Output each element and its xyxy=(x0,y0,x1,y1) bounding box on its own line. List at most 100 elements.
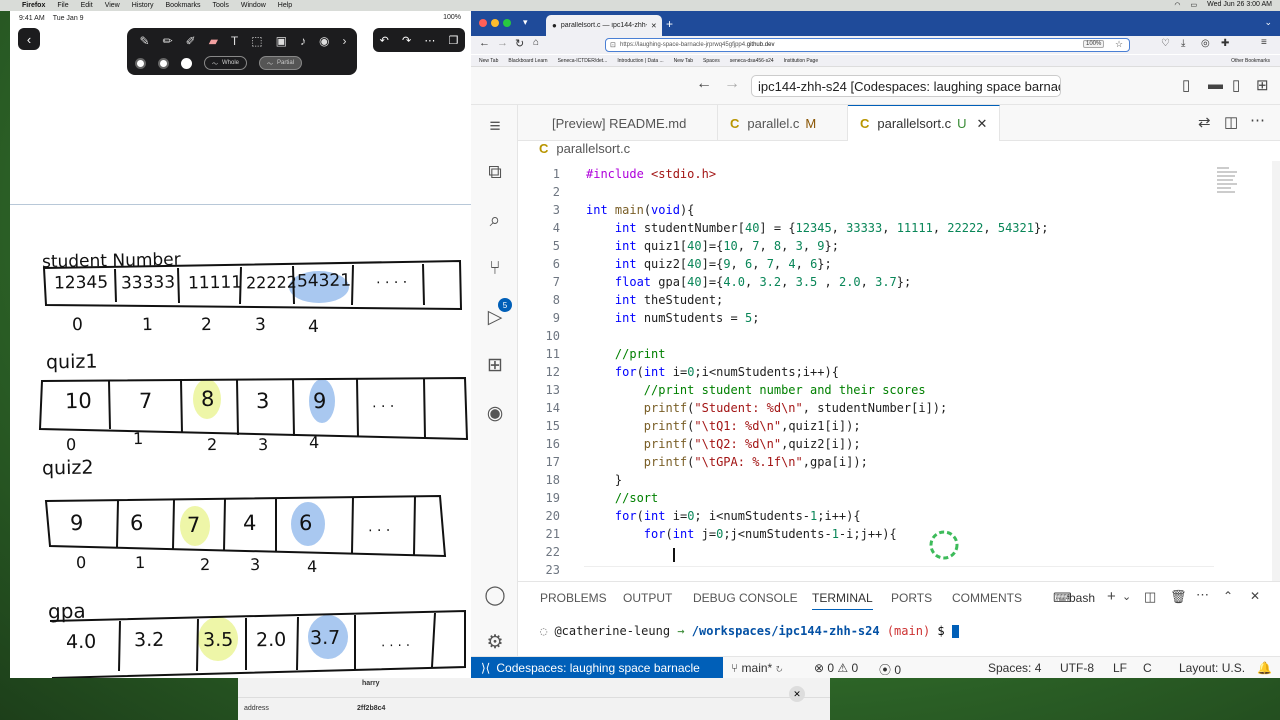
chevron-down-icon[interactable]: ⌄ xyxy=(1264,17,1272,28)
size-large-option[interactable] xyxy=(181,57,192,69)
maximize-panel-icon[interactable]: ⌃ xyxy=(1223,589,1233,603)
code-line[interactable]: for(int j=0;j<numStudents-1-i;j++){ xyxy=(586,527,897,541)
tab-parallelsort-c[interactable]: C parallelsort.c U ✕ xyxy=(848,105,1000,141)
battery-icon[interactable]: ▭ xyxy=(1191,1,1198,9)
more-icon[interactable]: ⋯ xyxy=(424,34,435,47)
pen-icon[interactable]: ✎ xyxy=(140,34,150,48)
editor-scrollbar[interactable] xyxy=(1272,161,1280,581)
tab-parallel-c[interactable]: C parallel.c M xyxy=(718,105,848,141)
tab-debug-console[interactable]: DEBUG CONSOLE xyxy=(693,591,798,605)
menu-bookmarks[interactable]: Bookmarks xyxy=(166,2,201,9)
download-icon[interactable]: ⤓ xyxy=(1181,38,1185,49)
code-line[interactable]: //print xyxy=(586,347,666,361)
url-bar[interactable]: ⊡ https://laughing-space-barnacle-jrprwq… xyxy=(605,38,1130,52)
redo-icon[interactable]: ↷ xyxy=(402,34,411,47)
code-line[interactable]: int quiz2[40]={9, 6, 7, 4, 6}; xyxy=(586,257,832,271)
menu-app-name[interactable]: Firefox xyxy=(22,2,45,9)
language-status[interactable]: C xyxy=(1143,661,1152,675)
size-medium-option[interactable] xyxy=(158,57,169,69)
extensions-icon[interactable]: ✚ xyxy=(1221,38,1229,49)
terminal-prompt[interactable]: ◌ @catherine-leung → /workspaces/ipc144-… xyxy=(540,624,959,638)
menu-history[interactable]: History xyxy=(132,2,154,9)
menu-help[interactable]: Help xyxy=(278,2,292,9)
trash-icon[interactable]: 🗑 xyxy=(1170,589,1187,605)
tab-terminal[interactable]: TERMINAL xyxy=(812,591,873,610)
code-line[interactable]: //sort xyxy=(586,491,658,505)
bookmark-4[interactable]: New Tab xyxy=(674,58,693,64)
window-close-button[interactable] xyxy=(479,19,487,27)
color-picker-icon[interactable]: ◉ xyxy=(319,34,329,48)
close-icon[interactable]: ✕ xyxy=(789,686,805,702)
notifications-icon[interactable]: 🔔 xyxy=(1257,661,1272,675)
gear-icon[interactable]: ⚙ xyxy=(483,630,507,654)
code-line[interactable]: //print student number and their scores xyxy=(586,383,926,397)
split-editor-icon[interactable]: ◫ xyxy=(1224,113,1238,131)
code-line[interactable]: int quiz1[40]={10, 7, 8, 3, 9}; xyxy=(586,239,839,253)
bookmark-5[interactable]: Spaces xyxy=(703,58,720,64)
menu-window[interactable]: Window xyxy=(241,2,266,9)
menu-edit[interactable]: Edit xyxy=(81,2,93,9)
account-icon[interactable]: ◎ xyxy=(1201,38,1210,49)
run-debug-icon[interactable]: ▷ xyxy=(483,305,507,329)
keyboard-layout-status[interactable]: Layout: U.S. xyxy=(1179,661,1245,675)
menu-tools[interactable]: Tools xyxy=(213,2,229,9)
encoding-status[interactable]: UTF-8 xyxy=(1060,661,1094,675)
more-actions-icon[interactable]: ⋯ xyxy=(1250,111,1265,129)
forward-icon[interactable]: → xyxy=(497,37,508,49)
menu-file[interactable]: File xyxy=(57,2,68,9)
breadcrumb[interactable]: Cparallelsort.c xyxy=(539,141,630,156)
menubar-clock[interactable]: Wed Jun 26 3:00 AM xyxy=(1207,1,1272,9)
code-line[interactable]: int main(void){ xyxy=(586,203,694,217)
back-button[interactable]: ‹ xyxy=(18,28,40,50)
code-line[interactable]: for(int i=0; i<numStudents-1;i++){ xyxy=(586,509,861,523)
whole-eraser-option[interactable]: 〜 Whole xyxy=(204,56,248,70)
toggle-sidebar-icon[interactable]: ▯ xyxy=(1182,76,1190,94)
eol-status[interactable]: LF xyxy=(1113,661,1127,675)
zoom-level[interactable]: 100% xyxy=(1083,40,1105,48)
tab-list-icon[interactable]: ▾ xyxy=(523,17,528,28)
chevron-down-icon[interactable]: ⌄ xyxy=(1122,590,1131,603)
bookmark-0[interactable]: New Tab xyxy=(479,58,498,64)
source-control-icon[interactable]: ⑂ xyxy=(483,257,507,281)
forward-icon[interactable]: → xyxy=(724,75,740,93)
extensions-icon[interactable]: ⊞ xyxy=(483,353,507,377)
ports-status[interactable]: ⦿ 0 xyxy=(879,661,901,678)
open-changes-icon[interactable]: ⇄ xyxy=(1198,113,1211,131)
microphone-icon[interactable]: ♪ xyxy=(300,34,306,48)
toggle-panel-icon[interactable]: ▬ xyxy=(1208,76,1223,93)
code-line[interactable]: printf("\tGPA: %.1f\n",gpa[i]); xyxy=(586,455,868,469)
bookmark-7[interactable]: Institution Page xyxy=(784,58,818,64)
code-line[interactable]: for(int i=0;i<numStudents;i++){ xyxy=(586,365,839,379)
tab-comments[interactable]: COMMENTS xyxy=(952,591,1022,605)
size-small-option[interactable] xyxy=(135,57,146,69)
back-icon[interactable]: ← xyxy=(479,37,490,49)
window-minimize-button[interactable] xyxy=(491,19,499,27)
minimap[interactable] xyxy=(1217,167,1241,207)
bookmark-star-icon[interactable]: ☆ xyxy=(1115,39,1123,50)
highlighter-icon[interactable]: ✐ xyxy=(186,34,196,48)
other-bookmarks[interactable]: Other Bookmarks xyxy=(1231,58,1270,64)
bookmark-2[interactable]: Seneca-ICTDER/det... xyxy=(558,58,608,64)
tab-problems[interactable]: PROBLEMS xyxy=(540,591,607,605)
code-line[interactable]: int numStudents = 5; xyxy=(586,311,760,325)
code-line[interactable]: } xyxy=(586,473,622,487)
problems-status[interactable]: ⊗ 0 ⚠ 0 xyxy=(814,661,858,675)
tab-output[interactable]: OUTPUT xyxy=(623,591,672,605)
home-icon[interactable]: ⌂ xyxy=(533,37,539,48)
code-line[interactable]: printf("\tQ2: %d\n",quiz2[i]); xyxy=(586,437,861,451)
code-line[interactable]: int studentNumber[40] = {12345, 33333, 1… xyxy=(586,221,1049,235)
wifi-icon[interactable]: ◠ xyxy=(1174,1,1180,9)
search-icon[interactable]: ⌕ xyxy=(483,209,507,233)
selection-icon[interactable]: ⬚ xyxy=(251,34,262,48)
new-tab-button[interactable]: + xyxy=(666,17,673,31)
back-icon[interactable]: ← xyxy=(696,75,712,93)
indentation-status[interactable]: Spaces: 4 xyxy=(988,661,1041,675)
toggle-secondary-sidebar-icon[interactable]: ▯ xyxy=(1232,76,1240,94)
close-panel-icon[interactable]: ✕ xyxy=(1250,589,1260,603)
image-icon[interactable]: ▣ xyxy=(276,34,287,48)
menu-icon[interactable]: ≡ xyxy=(483,115,507,139)
code-line[interactable]: float gpa[40]={4.0, 3.2, 3.5 , 2.0, 3.7}… xyxy=(586,275,911,289)
browser-tab-active[interactable]: ● parallelsort.c — ipc144-zhh-s24 ✕ xyxy=(546,15,662,36)
pocket-icon[interactable]: ♡ xyxy=(1161,38,1170,49)
close-icon[interactable]: ✕ xyxy=(651,22,657,30)
